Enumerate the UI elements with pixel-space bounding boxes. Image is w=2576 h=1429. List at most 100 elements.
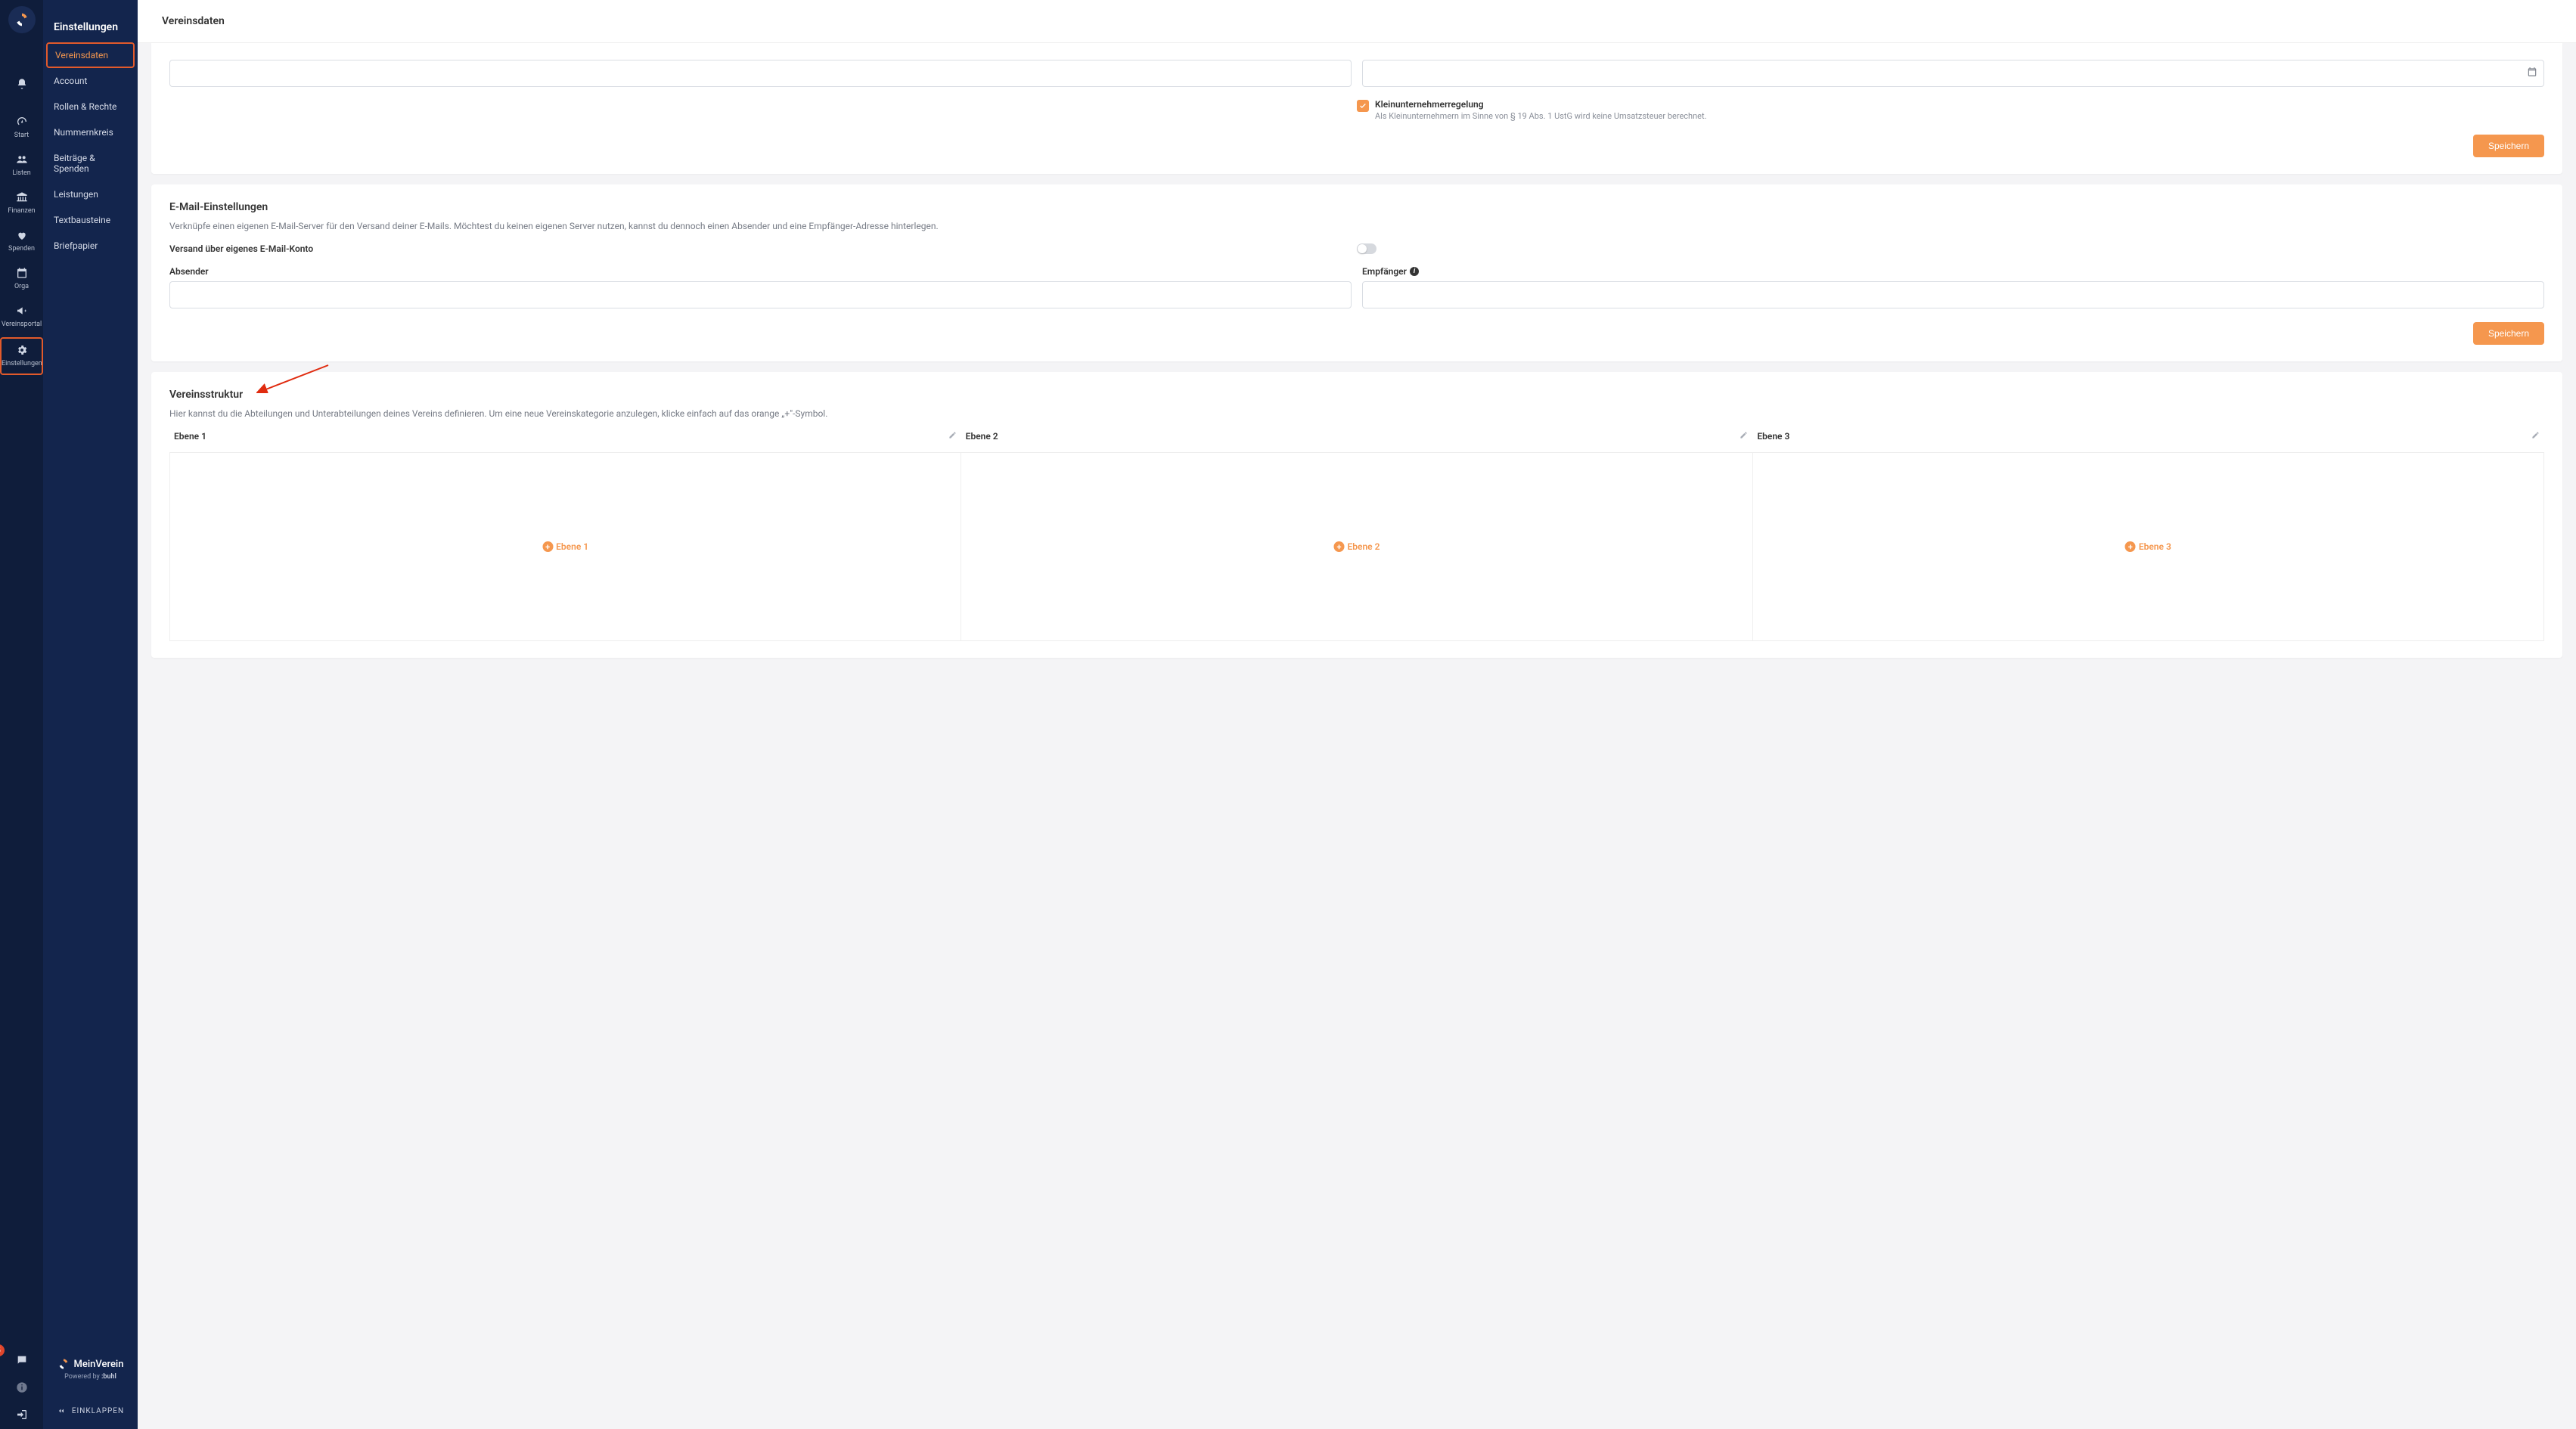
recipient-label-text: Empfänger — [1362, 266, 1407, 277]
own-email-toggle[interactable] — [1357, 243, 1376, 254]
input-left[interactable] — [169, 60, 1352, 87]
chat-icon — [16, 1354, 28, 1366]
rail-finanzen[interactable]: Finanzen — [0, 184, 43, 222]
collapse-label: EINKLAPPEN — [72, 1407, 124, 1415]
plus-circle-icon: + — [1333, 541, 1344, 552]
chevrons-left-icon — [57, 1406, 66, 1415]
structure-card: Vereinsstruktur Hier kannst du die Abtei… — [151, 372, 2562, 658]
bell-icon — [0, 77, 43, 91]
sender-label-text: Absender — [169, 266, 209, 277]
powered-by: Powered by :buhl — [43, 1373, 138, 1381]
sidebar-item-vereinsdaten[interactable]: Vereinsdaten — [46, 42, 135, 68]
gear-icon — [2, 343, 42, 357]
sidebar-item-label: Textbausteine — [54, 215, 110, 225]
rail-messages[interactable]: 5 — [0, 1352, 43, 1369]
gauge-icon — [0, 115, 43, 129]
sidebar-item-briefpapier[interactable]: Briefpapier — [43, 233, 138, 259]
rail-orga[interactable]: Orga — [0, 260, 43, 298]
secondary-sidebar: Einstellungen Vereinsdaten Account Rolle… — [43, 0, 138, 1429]
checkbox-subtitle: Als Kleinunternehmern im Sinne von § 19 … — [1375, 111, 1707, 121]
email-section-title: E-Mail-Einstellungen — [169, 201, 2544, 213]
badge-count: 5 — [0, 1344, 5, 1356]
add-level-2[interactable]: +Ebene 2 — [1333, 541, 1380, 552]
recipient-label: Empfänger i — [1362, 266, 2544, 277]
sidebar-item-nummernkreis[interactable]: Nummernkreis — [43, 119, 138, 145]
rail-start[interactable]: Start — [0, 109, 43, 147]
input-right-date[interactable] — [1362, 60, 2544, 87]
info-icon[interactable]: i — [1410, 267, 1419, 276]
hands-heart-icon — [0, 228, 43, 242]
level-column-2: +Ebene 2 — [961, 453, 1752, 640]
rail-listen[interactable]: Listen — [0, 147, 43, 184]
kleinunternehmer-checkbox[interactable] — [1357, 100, 1369, 112]
rail-label: Listen — [0, 169, 43, 177]
calendar-picker-icon[interactable] — [2527, 67, 2537, 80]
sender-input[interactable] — [169, 281, 1352, 308]
kleinunternehmer-checkbox-row: Kleinunternehmerregelung Als Kleinuntern… — [1357, 99, 2544, 121]
save-label: Speichern — [2488, 141, 2529, 151]
level-header-1: Ebene 1 — [174, 431, 206, 442]
save-button[interactable]: Speichern — [2473, 135, 2544, 157]
sidebar-item-account[interactable]: Account — [43, 68, 138, 94]
page-title: Vereinsdaten — [138, 0, 2576, 43]
add-level-3[interactable]: +Ebene 3 — [2125, 541, 2171, 552]
rail-label: Spenden — [0, 245, 43, 253]
app-logo[interactable] — [8, 6, 36, 33]
sidebar-item-textbausteine[interactable]: Textbausteine — [43, 207, 138, 233]
email-section-desc: Verknüpfe einen eigenen E-Mail-Server fü… — [169, 219, 2544, 233]
plus-circle-icon: + — [542, 541, 553, 552]
structure-title: Vereinsstruktur — [169, 389, 2544, 401]
rail-info[interactable] — [0, 1379, 43, 1396]
sender-label: Absender — [169, 266, 1352, 277]
rail-label: Vereinsportal — [0, 321, 43, 328]
sidebar-item-label: Beiträge & Spenden — [54, 153, 95, 174]
sidebar-item-rollen[interactable]: Rollen & Rechte — [43, 94, 138, 119]
plus-circle-icon: + — [2125, 541, 2136, 552]
structure-desc: Hier kannst du die Abteilungen und Unter… — [169, 407, 2544, 420]
level-header-3: Ebene 3 — [1757, 431, 1789, 442]
toggle-label: Versand über eigenes E-Mail-Konto — [169, 243, 313, 254]
megaphone-icon — [0, 304, 43, 318]
checkmark-icon — [1359, 102, 1367, 110]
toggle-knob — [1358, 244, 1367, 253]
sidebar-item-label: Nummernkreis — [54, 127, 113, 138]
edit-level-3[interactable] — [2531, 431, 2540, 442]
rail-spenden[interactable]: Spenden — [0, 222, 43, 260]
rail-bell[interactable] — [0, 71, 43, 98]
rail-einstellungen[interactable]: Einstellungen — [0, 337, 43, 375]
rail-label: Orga — [0, 283, 43, 290]
recipient-input[interactable] — [1362, 281, 2544, 308]
sidebar-item-leistungen[interactable]: Leistungen — [43, 181, 138, 207]
rail-label: Einstellungen — [2, 360, 42, 367]
add-level-1[interactable]: +Ebene 1 — [542, 541, 588, 552]
people-icon — [0, 153, 43, 166]
edit-level-1[interactable] — [948, 431, 957, 442]
bank-icon — [0, 191, 43, 204]
sidebar-item-beitraege[interactable]: Beiträge & Spenden — [43, 145, 138, 181]
brand-logo-icon — [57, 1358, 70, 1370]
sidebar-title: Einstellungen — [43, 0, 138, 42]
level-column-3: +Ebene 3 — [1753, 453, 2544, 640]
checkbox-title: Kleinunternehmerregelung — [1375, 99, 1707, 110]
sidebar-item-label: Briefpapier — [54, 240, 98, 251]
add-level-label: Ebene 1 — [556, 541, 588, 552]
rail-logout[interactable] — [0, 1406, 43, 1423]
sidebar-item-label: Leistungen — [54, 189, 98, 200]
content: Kleinunternehmerregelung Als Kleinuntern… — [138, 43, 2576, 1429]
collapse-button[interactable]: EINKLAPPEN — [43, 1400, 138, 1421]
primary-rail: Start Listen Finanzen Spenden Orga Verei… — [0, 0, 43, 1429]
add-level-label: Ebene 3 — [2139, 541, 2171, 552]
main: Vereinsdaten Kleinunternehmerregelung Al… — [138, 0, 2576, 1429]
sidebar-item-label: Account — [54, 76, 87, 86]
powered-brand: :buhl — [101, 1373, 116, 1381]
calendar-icon — [0, 266, 43, 280]
info-icon — [16, 1381, 28, 1393]
save-button[interactable]: Speichern — [2473, 322, 2544, 345]
email-settings-card: E-Mail-Einstellungen Verknüpfe einen eig… — [151, 184, 2562, 361]
edit-level-2[interactable] — [1740, 431, 1748, 442]
sidebar-item-label: Rollen & Rechte — [54, 101, 116, 112]
rail-vereinsportal[interactable]: Vereinsportal — [0, 298, 43, 336]
brand-text: MeinVerein — [74, 1359, 124, 1370]
level-header-2: Ebene 2 — [966, 431, 998, 442]
rail-label: Finanzen — [0, 207, 43, 215]
